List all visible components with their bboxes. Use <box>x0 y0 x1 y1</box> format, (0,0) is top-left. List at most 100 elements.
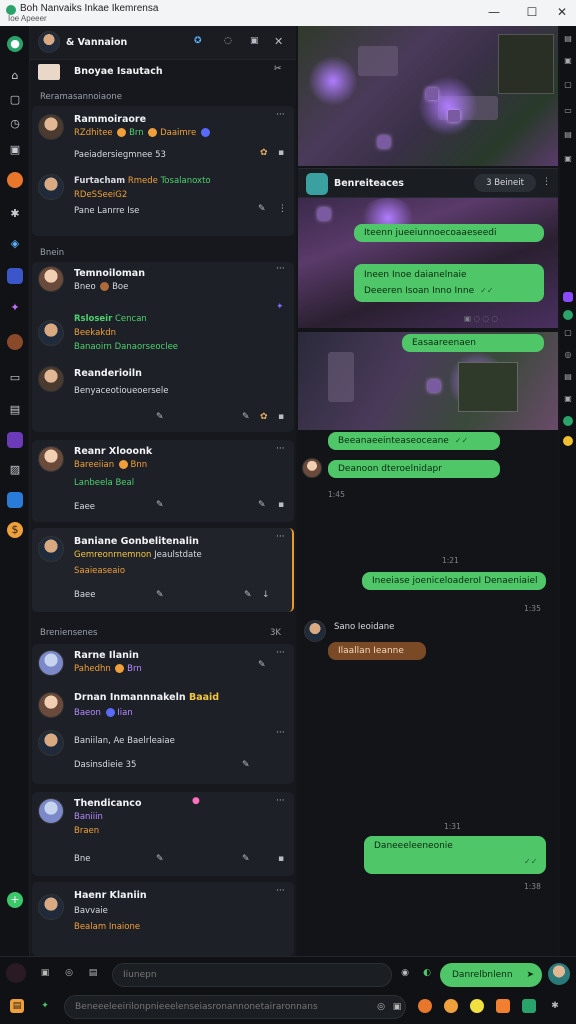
tool-icon[interactable]: ▣ <box>563 56 573 66</box>
filter-icon[interactable]: ▣ <box>390 1000 404 1014</box>
send-button[interactable]: Danrelbnlenn ➤ <box>440 963 542 987</box>
app-shortcut-icon[interactable] <box>522 999 536 1013</box>
my-avatar[interactable] <box>38 31 60 53</box>
members-button[interactable]: 3 Beineit <box>474 174 536 192</box>
message-bubble[interactable]: Ilaallan Ieanne <box>328 642 426 660</box>
message-bubble[interactable]: Beeanaeeinteaseoceane ✓✓ <box>328 432 500 450</box>
menu-icon[interactable]: ▪ <box>278 500 284 510</box>
profile-avatar[interactable] <box>548 963 570 985</box>
maximize-button[interactable]: ☐ <box>518 2 546 22</box>
shield-icon[interactable]: ◈ <box>7 236 23 252</box>
calendar-icon[interactable]: ▣ <box>7 142 23 158</box>
reaction-icon[interactable]: ✦ <box>276 302 284 312</box>
game-icon[interactable] <box>7 268 23 284</box>
edit-icon[interactable]: ✎ <box>156 500 164 510</box>
pencil-icon[interactable]: ✎ <box>242 412 250 422</box>
reaction-icon[interactable]: ✿ <box>260 412 268 422</box>
puzzle-icon[interactable] <box>7 492 23 508</box>
edit-icon[interactable]: ✎ <box>242 760 250 770</box>
sticker-icon[interactable]: ◐ <box>420 966 434 980</box>
avatar-icon[interactable] <box>7 334 23 350</box>
chat-card[interactable]: Thendicanco Baniiin Braen Bne ● ··· ✎ ✎ … <box>32 792 294 876</box>
attach-icon[interactable]: ▣ <box>38 966 52 980</box>
plugin-icon[interactable] <box>563 436 573 446</box>
chat-card[interactable]: Haenr Klaniin Bavvaie Bealam Inaione ··· <box>32 882 294 956</box>
pencil-icon[interactable]: ✎ <box>258 660 266 670</box>
chat-card[interactable]: Reanr Xlooonk Bareeiian Bnn Lanbeela Bea… <box>32 440 294 522</box>
more-icon[interactable]: ··· <box>276 648 285 658</box>
minimize-button[interactable]: — <box>480 2 508 22</box>
app-logo-icon[interactable]: ● <box>7 36 23 52</box>
tool-icon[interactable]: ▤ <box>563 372 573 382</box>
tool-icon[interactable]: ◎ <box>563 350 573 360</box>
message-bubble[interactable]: Easaareenaen <box>402 334 544 352</box>
edit-icon[interactable]: ✎ <box>156 854 164 864</box>
tool-icon[interactable]: ▤ <box>563 130 573 140</box>
options-icon[interactable]: ⋮ <box>278 204 287 214</box>
message-bubble[interactable]: Iteenn jueeiunnoecoaaeseedi <box>354 224 544 242</box>
message-bubble[interactable]: Ineeiase joeniceloaderoI Denaeniaiel <box>362 572 546 590</box>
edit-icon[interactable]: ✎ <box>156 590 164 600</box>
plugin-icon[interactable] <box>563 310 573 320</box>
home-icon[interactable]: ⌂ <box>7 68 23 84</box>
profile-icon[interactable] <box>7 172 23 188</box>
status-icon[interactable]: ✪ <box>194 36 202 46</box>
more-icon[interactable]: ··· <box>276 796 285 806</box>
bolt-icon[interactable]: ✦ <box>7 300 23 316</box>
app-shortcut-icon[interactable] <box>496 999 510 1013</box>
tool-icon[interactable]: ▢ <box>563 328 573 338</box>
edit-icon[interactable]: ✎ <box>156 412 164 422</box>
tool-icon[interactable]: ▣ <box>563 394 573 404</box>
game-screenshot[interactable] <box>298 26 558 166</box>
monitor-icon[interactable]: ▭ <box>7 370 23 386</box>
chat-card[interactable]: Temnoiloman Bneo Boe ··· ✦ Rsloseir Cenc… <box>32 262 294 432</box>
tool-icon[interactable]: ▣ <box>563 154 573 164</box>
clock-icon[interactable]: ◷ <box>7 116 23 132</box>
badge-icon[interactable]: $ <box>7 522 23 538</box>
plugin-icon[interactable] <box>563 416 573 426</box>
more-icon[interactable]: ··· <box>276 444 285 454</box>
menu-icon[interactable]: ▪ <box>278 148 284 158</box>
folder-icon[interactable]: ▤ <box>10 999 24 1013</box>
pin-icon[interactable]: ✂ <box>274 64 282 74</box>
grid-icon[interactable] <box>7 432 23 448</box>
mic-icon[interactable]: ◉ <box>398 966 412 980</box>
sender-avatar[interactable] <box>304 620 326 642</box>
pencil-icon[interactable]: ✎ <box>244 590 252 600</box>
app-shortcut-icon[interactable] <box>418 999 432 1013</box>
new-chat-icon[interactable]: + <box>7 892 23 908</box>
message-input[interactable] <box>112 963 392 987</box>
image-icon[interactable]: ▨ <box>7 462 23 478</box>
close-panel-icon[interactable]: ✕ <box>274 35 283 48</box>
menu-icon[interactable]: ▪ <box>278 412 284 422</box>
sender-avatar[interactable] <box>302 458 322 478</box>
edit-icon[interactable]: ✎ <box>258 204 266 214</box>
options-icon[interactable]: ··· <box>276 728 285 738</box>
settings-icon[interactable]: ✱ <box>7 206 23 222</box>
phone-icon[interactable]: ◌ <box>224 36 232 46</box>
book-icon[interactable]: ▤ <box>7 402 23 418</box>
tool-icon[interactable]: ▤ <box>563 34 573 44</box>
compose-icon[interactable]: ▣ <box>250 36 259 46</box>
pencil-icon[interactable]: ✎ <box>242 854 250 864</box>
message-bubble[interactable]: Daneeeleeneonie ✓✓ <box>364 836 546 874</box>
plugin-icon[interactable] <box>563 292 573 302</box>
chat-card[interactable]: Rammoiraore RZdhitee Brn Daaimre Paeiade… <box>32 106 294 236</box>
group-avatar[interactable] <box>306 173 328 195</box>
gif-icon[interactable]: ▤ <box>86 966 100 980</box>
close-button[interactable]: ✕ <box>548 2 576 22</box>
more-options-button[interactable]: ⋮ <box>542 177 551 187</box>
tool-icon[interactable]: ▭ <box>563 106 573 116</box>
reaction-icon[interactable]: ● <box>192 796 200 806</box>
share-icon[interactable]: ✦ <box>38 999 52 1013</box>
game-screenshot[interactable] <box>298 198 558 328</box>
menu-icon[interactable]: ▪ <box>278 854 284 864</box>
user-avatar[interactable] <box>6 963 26 983</box>
app-shortcut-icon[interactable] <box>470 999 484 1013</box>
more-icon[interactable]: ··· <box>276 264 285 274</box>
reaction-icon[interactable]: ✿ <box>260 148 268 158</box>
settings-icon[interactable]: ✱ <box>548 999 562 1013</box>
app-shortcut-icon[interactable] <box>444 999 458 1013</box>
search-input[interactable] <box>64 995 406 1019</box>
emoji-icon[interactable]: ◎ <box>62 966 76 980</box>
